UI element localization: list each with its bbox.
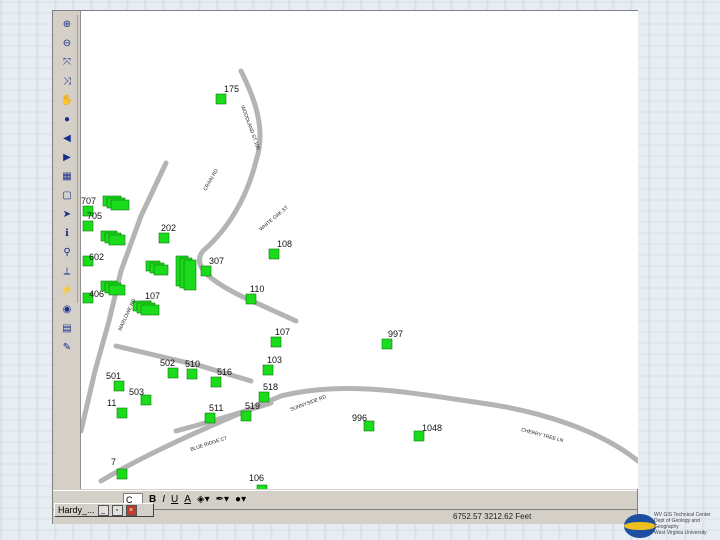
parcel-marker[interactable] [200,265,212,277]
fixed-zoom-out-icon[interactable]: ⤨ [59,74,75,90]
road-label: WHITE OAK ST [258,205,289,233]
parcel-marker[interactable] [186,368,198,380]
fixed-zoom-in-icon[interactable]: ⤧ [59,55,75,71]
parcel-label: 7 [111,457,116,467]
parcel-label: 516 [217,367,232,377]
parcel-label: 107 [275,327,290,337]
parcel-label: 202 [161,223,176,233]
coordinate-readout: 6752.57 3212.62 Feet [453,512,532,521]
map-canvas: 175108307202110107107 997103502 5105165185… [81,68,638,489]
fill-color-icon[interactable]: ◈▾ [197,494,210,505]
parcel-block[interactable] [108,284,126,296]
parcel-marker[interactable] [258,391,270,403]
hyperlink-icon[interactable]: ⚡ [59,283,75,299]
zoom-out-icon[interactable]: ⊖ [59,36,75,52]
taskbar-window-button[interactable]: Hardy_... _ ▫ × [54,503,154,517]
parcel-label: 503 [129,387,144,397]
parcel-block[interactable] [140,304,160,316]
parcel-marker[interactable] [245,293,257,305]
marker-color-icon[interactable]: ●▾ [235,494,246,505]
parcel-marker[interactable] [270,336,282,348]
measure-icon[interactable]: ⟂ [59,264,75,280]
parcel-label: 502 [160,358,175,368]
parcel-label: 510 [185,359,200,369]
parcel-marker[interactable] [82,220,94,232]
parcel-label: 602 [89,252,104,262]
parcel-block[interactable] [108,234,126,246]
select-features-icon[interactable]: ▦ [59,169,75,185]
parcel-marker[interactable] [268,248,280,260]
italic-button[interactable]: I [162,494,165,505]
parcel-block[interactable] [183,259,197,291]
underline-button[interactable]: U [171,494,178,505]
map-view[interactable]: 175 108 307 202 110 107 107 997 103 502 510 516 518 5… [80,11,638,489]
parcel-label: 175 [224,84,239,94]
select-elements-icon[interactable]: ➤ [59,207,75,223]
back-extent-icon[interactable]: ◀ [59,131,75,147]
pan-icon[interactable]: ✋ [59,93,75,109]
road-label: MARLOWE RD [117,298,137,332]
forward-extent-icon[interactable]: ▶ [59,150,75,166]
parcel-marker[interactable] [210,376,222,388]
minimize-icon[interactable]: _ [97,504,109,516]
parcel-label: 106 [249,473,264,483]
parcel-block[interactable] [110,199,130,211]
road-line [197,68,299,324]
full-extent-icon[interactable]: ● [59,112,75,128]
parcel-label: 997 [388,329,403,339]
font-color-button[interactable]: A [184,494,191,505]
parcel-marker[interactable] [262,364,274,376]
parcel-label: 996 [352,413,367,423]
identify-icon[interactable]: ℹ [59,226,75,242]
parcel-label: 519 [245,401,260,411]
globe-icon[interactable]: ◉ [59,302,75,318]
table-icon[interactable]: ▤ [59,321,75,337]
parcel-label: 11 [107,398,116,408]
parcel-label: 707 [81,196,96,206]
parcel-marker[interactable] [204,412,216,424]
parcel-marker[interactable] [215,93,227,105]
parcel-label: 108 [277,239,292,249]
road-label: CRAIN RD [203,168,220,192]
find-icon[interactable]: ⚲ [59,245,75,261]
parcel-marker[interactable] [116,407,128,419]
parcel-label: 110 [250,284,264,294]
logo-text: WV GIS Technical Center Dept of Geology … [654,512,711,536]
parcel-label: 511 [209,403,223,413]
taskbar-label: Hardy_... [58,505,95,515]
parcel-block[interactable] [153,264,169,276]
parcel-label: 103 [267,355,282,365]
clear-selection-icon[interactable]: ▢ [59,188,75,204]
parcel-label: 705 [87,211,102,221]
parcel-marker[interactable] [240,410,252,422]
parcel-label: 1048 [422,423,442,433]
edit-icon[interactable]: ✎ [59,340,75,356]
parcel-marker[interactable] [167,367,179,379]
parcel-label: 107 [145,291,160,301]
line-color-icon[interactable]: ✒▾ [216,494,229,505]
zoom-in-icon[interactable]: ⊕ [59,17,75,33]
parcel-marker[interactable] [113,380,125,392]
parcel-marker[interactable] [158,232,170,244]
tools-toolbar: ⊕ ⊖ ⤧ ⤨ ✋ ● ◀ ▶ ▦ ▢ ➤ ℹ ⚲ ⟂ ⚡ ◉ ▤ ✎ [57,15,78,353]
close-icon[interactable]: × [125,504,137,516]
parcel-marker[interactable] [256,484,268,489]
parcel-label: 307 [209,256,224,266]
parcel-marker[interactable] [116,468,128,480]
parcel-label: 501 [106,371,121,381]
road-label: SUNNYSIDE RD [290,394,328,413]
gis-application-window: ⊕ ⊖ ⤧ ⤨ ✋ ● ◀ ▶ ▦ ▢ ➤ ℹ ⚲ ⟂ ⚡ ◉ ▤ ✎ 175 1… [52,10,638,524]
road-line [98,385,638,484]
road-label: CHERRY TREE LN [520,427,564,444]
parcel-marker[interactable] [381,338,393,350]
parcel-label: 518 [263,382,278,392]
restore-icon[interactable]: ▫ [111,504,123,516]
road-label: BLUE RIDGE CT [190,435,228,453]
